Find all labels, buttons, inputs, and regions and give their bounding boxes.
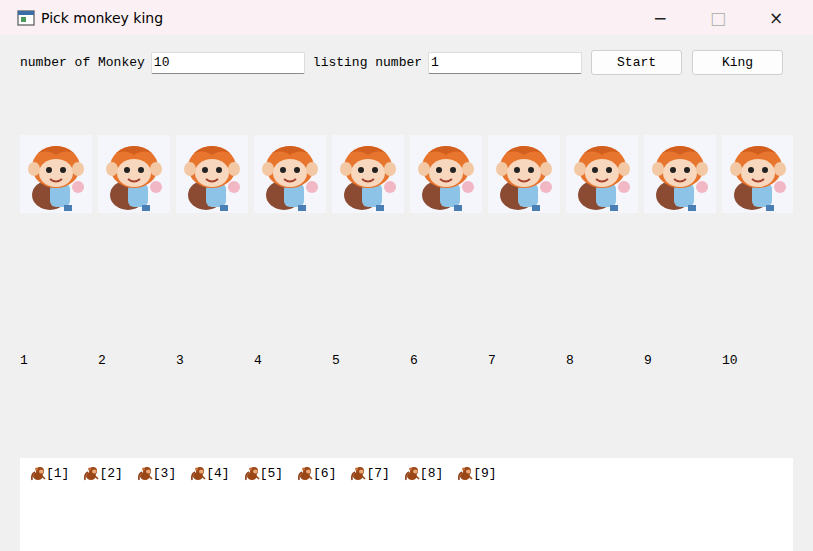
monkey-icon (176, 135, 248, 213)
monkey-number: 7 (488, 353, 560, 369)
result-item: [3] (136, 464, 176, 482)
monkey-icon (29, 465, 46, 481)
listing-number-input[interactable] (428, 52, 582, 74)
title-bar: Pick monkey king−□× (0, 0, 813, 35)
monkey-icon (20, 135, 92, 213)
result-item: [2] (82, 464, 122, 482)
monkey-icon (349, 465, 366, 481)
monkey-number: 4 (254, 353, 326, 369)
settings-row: number of Monkey listing number Start King (0, 50, 813, 75)
monkey-number: 2 (98, 353, 170, 369)
result-item: [6] (296, 464, 336, 482)
result-item: [9] (456, 464, 496, 482)
monkey-number: 6 (410, 353, 482, 369)
monkey-row (0, 135, 793, 213)
monkey-count-label: number of Monkey (20, 55, 145, 70)
monkey-icon (98, 135, 170, 213)
result-label: [6] (313, 466, 336, 481)
window-controls: −□× (631, 0, 805, 35)
monkey-icon (82, 465, 99, 481)
result-label: [9] (473, 466, 496, 481)
maximize-button: □ (689, 0, 747, 35)
monkey-icon (136, 465, 153, 481)
monkey-icon (722, 135, 793, 213)
monkey-number: 3 (176, 353, 248, 369)
monkey-icon (296, 465, 313, 481)
monkey-number-row: 123456789 10 (0, 353, 813, 369)
monkey-number: 10 (722, 353, 794, 369)
result-label: [8] (420, 466, 443, 481)
monkey-icon (254, 135, 326, 213)
result-label: [1] (46, 466, 69, 481)
result-label: [4] (206, 466, 229, 481)
monkey-icon (488, 135, 560, 213)
monkey-number: 8 (566, 353, 638, 369)
monkey-count-input[interactable] (151, 52, 305, 74)
result-label: [7] (366, 466, 389, 481)
monkey-number: 5 (332, 353, 404, 369)
close-button[interactable]: × (747, 0, 805, 35)
result-label: [3] (153, 466, 176, 481)
action-button[interactable]: Start (591, 50, 682, 75)
minimize-button[interactable]: − (631, 0, 689, 35)
monkey-number: 1 (20, 353, 92, 369)
monkey-icon (243, 465, 260, 481)
result-item: [5] (243, 464, 283, 482)
result-item: [8] (403, 464, 443, 482)
result-item: [7] (349, 464, 389, 482)
result-item: [1] (29, 464, 69, 482)
monkey-icon (410, 135, 482, 213)
result-text-area[interactable]: [1] [2] [3] [4] [5] [6] [7] [8] [9] (20, 458, 793, 551)
monkey-icon (403, 465, 420, 481)
monkey-icon (189, 465, 206, 481)
result-item: [4] (189, 464, 229, 482)
result-label: [2] (99, 466, 122, 481)
app-icon (17, 10, 35, 26)
monkey-icon (456, 465, 473, 481)
action-button[interactable]: King (692, 50, 783, 75)
monkey-icon (566, 135, 638, 213)
listing-number-label: listing number (313, 55, 422, 70)
window-title: Pick monkey king (41, 10, 631, 26)
monkey-icon (644, 135, 716, 213)
monkey-icon (332, 135, 404, 213)
monkey-number: 9 (644, 353, 716, 369)
result-label: [5] (260, 466, 283, 481)
